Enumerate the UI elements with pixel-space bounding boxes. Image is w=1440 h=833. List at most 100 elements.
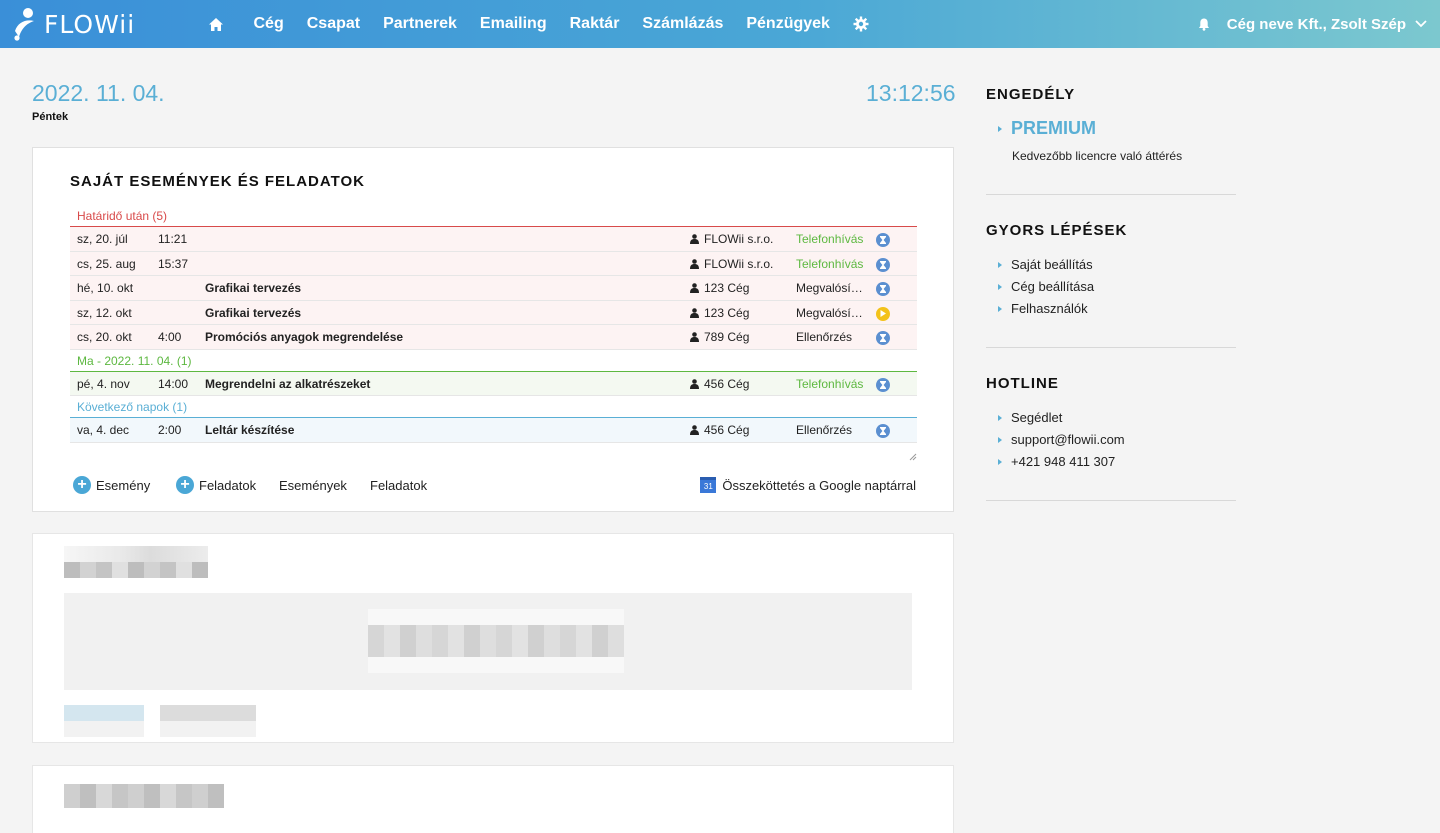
current-weekday: Péntek [32, 111, 69, 123]
add-task-button[interactable]: + Feladatok [176, 475, 256, 495]
group-header-overdue[interactable]: Határidő után (5) [70, 205, 917, 227]
quick-link-label: Saját beállítás [1011, 257, 1093, 272]
events-link[interactable]: Események [279, 475, 347, 495]
hourglass-icon[interactable] [876, 331, 890, 345]
event-title: Promóciós anyagok megrendelése [205, 330, 404, 344]
quick-link-users[interactable]: Felhasználók [998, 301, 1088, 316]
nav-item-ceg[interactable]: Cég [254, 15, 284, 33]
plus-icon: + [176, 476, 194, 494]
event-type: Megvalósítás [796, 305, 864, 320]
home-icon[interactable] [204, 12, 228, 36]
add-event-button[interactable]: + Esemény [73, 475, 150, 495]
nav-item-emailing[interactable]: Emailing [480, 15, 547, 33]
event-type: Telefonhívás [796, 232, 864, 246]
event-contact[interactable]: FLOWii s.r.o. [690, 227, 773, 251]
event-contact[interactable]: 789 Cég [690, 325, 749, 349]
event-type: Telefonhívás [796, 256, 864, 271]
quick-link-label: Cég beállítása [1011, 279, 1095, 294]
hotline-link-email[interactable]: support@flowii.com [998, 432, 1125, 447]
add-event-label: Esemény [96, 477, 151, 493]
event-contact[interactable]: FLOWii s.r.o. [690, 252, 773, 276]
user-menu[interactable]: Cég neve Kft., Zsolt Szép [1195, 0, 1428, 48]
event-type: Ellenőrzés [796, 423, 853, 437]
divider [986, 347, 1236, 348]
blurred-content-text [368, 625, 624, 657]
nav-item-szamlazas[interactable]: Számlázás [642, 15, 723, 33]
license-upgrade-link[interactable]: Kedvezőbb licencre való áttérés [1012, 149, 1182, 163]
play-icon[interactable] [876, 306, 890, 321]
top-navigation-bar: FLOWii Cég Csapat Partnerek Emailing Rak… [0, 0, 1440, 48]
hourglass-icon[interactable] [876, 377, 890, 392]
tasks-link[interactable]: Feladatok [370, 475, 427, 495]
google-calendar-link[interactable]: 31 Összeköttetés a Google naptárral [700, 475, 916, 495]
triangle-right-icon [998, 125, 1002, 132]
hotline-section: HOTLINE [986, 375, 1236, 392]
hotline-link-label: Segédlet [1011, 410, 1063, 425]
group-header-upcoming[interactable]: Következő napok (1) [70, 396, 917, 418]
event-date: sz, 12. okt [77, 305, 132, 320]
person-icon [690, 332, 699, 342]
event-row[interactable]: cs, 20. okt 4:00 Promóciós anyagok megre… [70, 325, 917, 350]
hotline-link-help[interactable]: Segédlet [998, 410, 1062, 425]
current-date: 2022. 11. 04. [32, 80, 165, 106]
person-icon [690, 425, 699, 435]
premium-link[interactable]: PREMIUM [998, 118, 1096, 139]
quick-link-company-settings[interactable]: Cég beállítása [998, 279, 1094, 294]
nav-item-penzugyek[interactable]: Pénzügyek [746, 15, 830, 33]
event-contact[interactable]: 456 Cég [690, 418, 749, 442]
quick-link-own-settings[interactable]: Saját beállítás [998, 257, 1093, 272]
brand-logo[interactable]: FLOWii [12, 6, 135, 42]
event-title: Grafikai tervezés [205, 305, 302, 320]
event-row[interactable]: va, 4. dec 2:00 Leltár készítése 456 Cég… [70, 418, 917, 443]
blurred-title [64, 784, 224, 808]
event-row[interactable]: hé, 10. okt Grafikai tervezés 123 Cég Me… [70, 276, 917, 301]
hourglass-icon[interactable] [876, 282, 890, 296]
hotline-link-phone[interactable]: +421 948 411 307 [998, 454, 1115, 469]
google-calendar-icon: 31 [700, 477, 717, 493]
event-contact[interactable]: 123 Cég [690, 276, 749, 300]
card-title: SAJÁT ESEMÉNYEK ÉS FELADATOK [70, 173, 365, 190]
event-type: Megvalósítás [796, 281, 864, 295]
resize-handle-icon[interactable] [909, 453, 917, 461]
triangle-right-icon [998, 458, 1002, 465]
nav-item-partnerek[interactable]: Partnerek [383, 15, 457, 33]
hourglass-icon[interactable] [876, 257, 890, 272]
person-icon [690, 307, 699, 318]
person-icon [690, 258, 699, 269]
event-row[interactable]: cs, 25. aug 15:37 FLOWii s.r.o. Telefonh… [70, 251, 917, 276]
blurred-button-2[interactable] [160, 705, 256, 737]
event-date: sz, 20. júl [77, 232, 128, 246]
blurred-widget-1 [32, 533, 954, 743]
nav-item-raktar[interactable]: Raktár [570, 15, 620, 33]
divider [986, 194, 1236, 195]
license-section: ENGEDÉLY [986, 86, 1236, 103]
event-row[interactable]: sz, 12. okt Grafikai tervezés 123 Cég Me… [70, 300, 917, 325]
blurred-button-1[interactable] [64, 705, 144, 737]
user-name[interactable]: Cég neve Kft., Zsolt Szép [1227, 16, 1406, 33]
bell-icon[interactable] [1195, 15, 1213, 33]
quick-steps-section: GYORS LÉPÉSEK [986, 222, 1236, 239]
event-title: Megrendelni az alkatrészeket [205, 376, 371, 391]
triangle-right-icon [998, 436, 1002, 443]
event-contact[interactable]: 123 Cég [690, 301, 749, 325]
event-time: 14:00 [158, 376, 189, 391]
event-date: hé, 10. okt [77, 281, 134, 295]
chevron-down-icon[interactable] [1414, 17, 1428, 31]
gear-icon[interactable] [849, 12, 873, 36]
event-type: Ellenőrzés [796, 330, 853, 344]
current-time: 13:12:56 [866, 80, 956, 106]
group-header-today[interactable]: Ma - 2022. 11. 04. (1) [70, 350, 917, 372]
hotline-heading: HOTLINE [986, 375, 1059, 392]
events-tasks-card: SAJÁT ESEMÉNYEK ÉS FELADATOK Határidő ut… [32, 147, 954, 512]
event-contact-name: 123 Cég [704, 281, 750, 295]
event-row[interactable]: sz, 20. júl 11:21 FLOWii s.r.o. Telefonh… [70, 227, 917, 252]
event-row[interactable]: pé, 4. nov 14:00 Megrendelni az alkatrés… [70, 371, 917, 396]
hourglass-icon[interactable] [876, 233, 890, 247]
event-contact[interactable]: 456 Cég [690, 372, 749, 396]
hourglass-icon[interactable] [876, 424, 890, 438]
person-icon [690, 378, 699, 389]
blurred-title-text [64, 562, 208, 578]
nav-item-csapat[interactable]: Csapat [307, 15, 360, 33]
blurred-widget-2 [32, 765, 954, 833]
event-contact-name: FLOWii s.r.o. [704, 232, 774, 246]
